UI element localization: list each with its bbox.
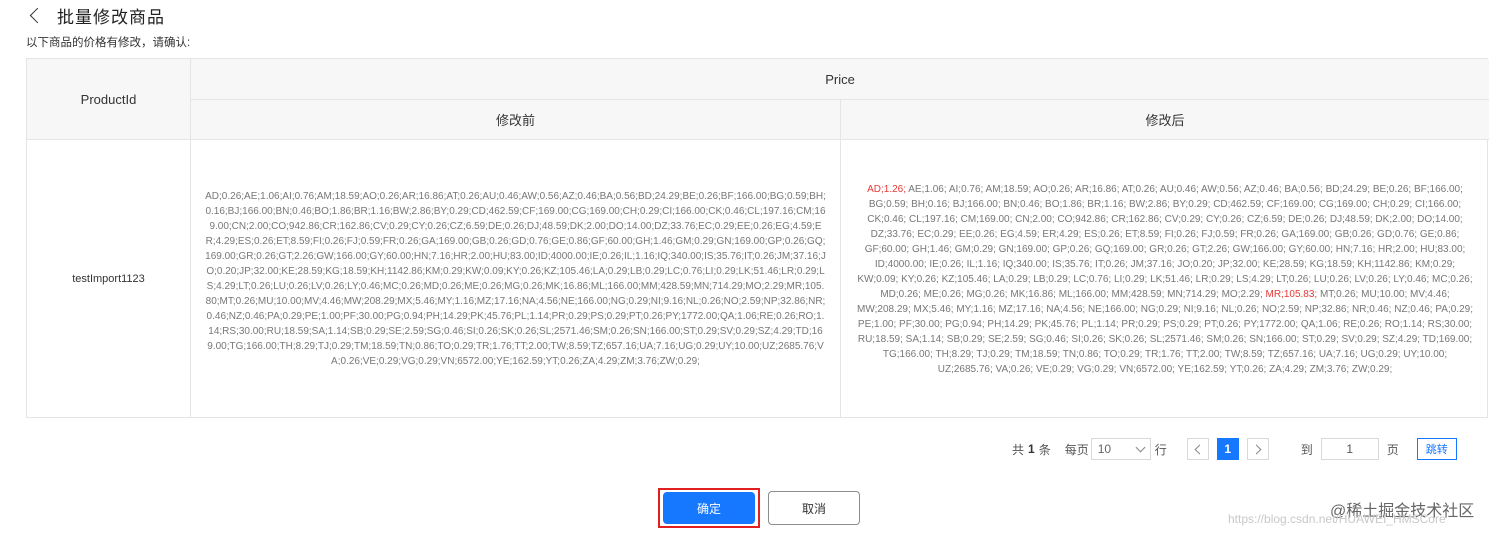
price-before-text: AD;0.26;AE;1.06;AI;0.76;AM;18.59;AO;0.26… (205, 191, 826, 367)
price-before-cell: AD;0.26;AE;1.06;AI;0.76;AM;18.59;AO;0.26… (191, 140, 841, 418)
page-size-select[interactable]: 10 (1090, 438, 1151, 460)
price-after-segment: MT;0.26; MU;10.00; MV;4.46; MW;208.29; M… (857, 288, 1473, 375)
header-after: 修改后 (841, 100, 1489, 140)
next-page-button[interactable] (1246, 438, 1269, 460)
goto-label: 到 (1300, 442, 1313, 457)
watermark-url: https://blog.csdn.net/HUAWEI_HMSCore (1228, 512, 1446, 526)
header-product-id: ProductId (27, 59, 191, 140)
pagination: 共 1 条 每页 10 行 1 到 1 页 跳转 (1012, 437, 1457, 461)
price-after-cell: AD;1.26; AE;1.06; AI;0.76; AM;18.59; AO;… (841, 140, 1489, 418)
page-subtitle: 以下商品的价格有修改，请确认: (26, 37, 191, 49)
total-suffix: 条 (1038, 442, 1051, 457)
chevron-down-icon (1135, 442, 1146, 453)
confirm-button[interactable]: 确定 (663, 492, 755, 524)
goto-unit: 页 (1386, 442, 1399, 457)
product-id-cell: testImport1123 (27, 140, 191, 418)
header-price: Price (191, 59, 1489, 100)
page-header: 批量修改商品 (26, 2, 165, 28)
price-change-table: ProductId Price 修改前 修改后 testImport1123 A… (26, 58, 1489, 418)
price-after-segment: AE;1.06; AI;0.76; AM;18.59; AO;0.26; AR;… (857, 183, 1473, 300)
goto-page-input[interactable]: 1 (1320, 438, 1379, 460)
jump-button[interactable]: 跳转 (1416, 438, 1457, 460)
price-after-text: AD;1.26; AE;1.06; AI;0.76; AM;18.59; AO;… (857, 182, 1473, 377)
total-prefix: 共 (1012, 442, 1025, 457)
changed-price-mr: MR;105.83; (1265, 288, 1318, 300)
per-page-unit: 行 (1154, 442, 1167, 457)
chevron-right-icon (1251, 444, 1262, 454)
chevron-left-icon (1194, 444, 1205, 454)
cancel-button[interactable]: 取消 (768, 491, 860, 525)
page-size-value: 10 (1097, 442, 1112, 456)
chevron-left-icon[interactable] (29, 7, 46, 23)
changed-price-ad: AD;1.26; (867, 183, 907, 195)
total-count: 1 (1028, 442, 1035, 456)
per-page-label: 每页 (1064, 442, 1089, 457)
prev-page-button[interactable] (1186, 438, 1209, 460)
header-before: 修改前 (191, 100, 841, 140)
page-number-current[interactable]: 1 (1216, 438, 1239, 460)
page-title: 批量修改商品 (57, 7, 165, 27)
